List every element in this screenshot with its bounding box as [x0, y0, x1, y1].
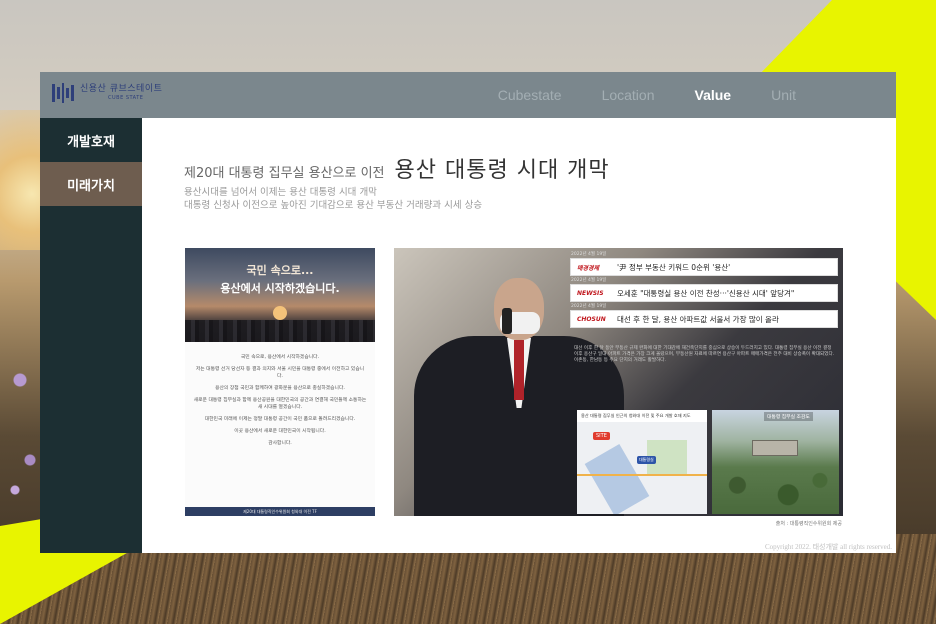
news-source: CHOSUN [577, 315, 606, 323]
letter-photo: 국민 속으로... 용산에서 시작하겠습니다. [185, 248, 375, 342]
news-text: 대선 후 한 달, 용산 아파트값 서울서 가장 많이 올라 [617, 314, 779, 324]
map-river [584, 444, 650, 514]
park-trees [712, 466, 839, 514]
letter-footer: 제20대 대통령직인수위원회 청와대 이전 TF [185, 507, 375, 516]
page-title-main: 용산 대통령 시대 개막 [394, 158, 610, 183]
subtitle-line-1: 용산시대를 넘어서 이제는 용산 대통령 시대 개막 [184, 187, 377, 198]
map-road [577, 474, 707, 476]
letter-paragraph: 용산의 장점 국민과 함께하여 광화문을 용산으로 충실하겠습니다. [215, 386, 345, 391]
map-caption: 용산 대통령 집무실 인근의 청와대 이전 및 주요 개발 호재 지도 [577, 410, 707, 422]
top-navigation-bar: 신용산 큐브스테이트 CUBE STATE Cubestate Location… [40, 72, 896, 118]
sun-icon [273, 306, 287, 320]
app-window: 신용산 큐브스테이트 CUBE STATE Cubestate Location… [40, 72, 896, 553]
city-skyline [185, 320, 375, 342]
copyright: Copyright 2022. 태성개발 all rights reserved… [764, 543, 892, 551]
brand-subtitle: CUBE STATE [108, 95, 144, 101]
nav-unit[interactable]: Unit [751, 87, 816, 103]
logo-icon [52, 82, 74, 104]
address-letter: 국민 속으로... 용산에서 시작하겠습니다. 국민 속으로, 용산에서 시작하… [185, 248, 375, 516]
news-date: 2022년 4월 19일 [571, 304, 607, 309]
letter-paragraph: 새로운 대통령 집무실과 함께 용산공원을 대한민국의 공간과 연결해 국민들께… [193, 398, 367, 410]
brand-name: 신용산 큐브스테이트 [80, 84, 163, 94]
site-marker-icon: SITE [593, 432, 610, 440]
main-content: 제20대 대통령 집무실 용산으로 이전 용산 대통령 시대 개막 용산시대를 … [142, 118, 896, 553]
aerial-caption: 대통령 집무실 조감도 [764, 412, 813, 421]
source-note: 출처 : 대통령직인수위원회 제공 [775, 521, 842, 527]
letter-paragraph: 대한민국 미래에 이제는 정말 대통령 공간이 국민 품으로 돌려드리겠습니다. [204, 417, 356, 422]
brand-logo[interactable]: 신용산 큐브스테이트 CUBE STATE [52, 82, 162, 104]
page-title-prefix: 제20대 대통령 집무실 용산으로 이전 [184, 166, 385, 181]
news-headline: 2022년 4월 19일 NEWSIS 오세훈 "대통령실 용산 이전 찬성··… [570, 278, 838, 302]
letter-body: 국민 속으로, 용산에서 시작하겠습니다. 저는 대통령 선거 당선자 등 결과… [193, 354, 367, 452]
nav-value[interactable]: Value [675, 87, 752, 103]
news-collage: 2022년 4월 19일 매경경제 '尹 정부 부동산 키워드 0순위 '용산'… [394, 248, 843, 516]
news-source: NEWSIS [577, 289, 604, 297]
news-date: 2022년 4월 19일 [571, 278, 607, 283]
nav-cubestate[interactable]: Cubestate [478, 87, 582, 103]
letter-paragraph: 이곳 용산에서 새로운 대한민국이 시작됩니다. [234, 429, 326, 434]
news-headline: 2022년 4월 19일 매경경제 '尹 정부 부동산 키워드 0순위 '용산' [570, 252, 838, 276]
letter-title-2: 용산에서 시작하겠습니다. [220, 282, 340, 295]
speaker-tie [514, 340, 524, 400]
subtitle-line-2: 대통령 신청사 이전으로 높아진 기대감으로 용산 부동산 거래량과 시세 상승 [184, 200, 483, 211]
letter-paragraph: 감사합니다. [268, 441, 292, 446]
microphone-icon [502, 308, 512, 334]
page-title: 제20대 대통령 집무실 용산으로 이전 용산 대통령 시대 개막 [184, 152, 610, 184]
news-source: 매경경제 [577, 264, 600, 272]
location-map: 용산 대통령 집무실 인근의 청와대 이전 및 주요 개발 호재 지도 SITE… [577, 410, 707, 514]
news-date: 2022년 4월 19일 [571, 252, 607, 257]
news-text: 오세훈 "대통령실 용산 이전 찬성···'신용산 시대' 앞당겨" [617, 288, 795, 298]
news-paragraph: 대선 이후 한 달 동안 부동산 규제 완화에 대한 기대감에 재건축단지를 중… [574, 346, 835, 364]
news-headline: 2022년 4월 19일 CHOSUN 대선 후 한 달, 용산 아파트값 서울… [570, 304, 838, 328]
nav-location[interactable]: Location [582, 87, 675, 103]
letter-paragraph: 저는 대통령 선거 당선자 등 결과 의지와 서울 시민을 대통령 중에서 이전… [195, 367, 365, 379]
letter-footer-text: 제20대 대통령직인수위원회 청와대 이전 TF [243, 509, 317, 514]
aerial-rendering: 대통령 집무실 조감도 [712, 410, 839, 514]
news-text: '尹 정부 부동산 키워드 0순위 '용산' [617, 262, 731, 272]
letter-paragraph: 국민 속으로, 용산에서 시작하겠습니다. [240, 355, 320, 360]
main-nav: Cubestate Location Value Unit [478, 72, 816, 118]
sidebar-item-future-value[interactable]: 미래가치 [40, 162, 142, 206]
letter-title-1: 국민 속으로... [246, 264, 314, 277]
sidebar-item-development[interactable]: 개발호재 [40, 118, 142, 162]
office-marker-icon: 대통령실 [637, 456, 656, 464]
office-building [752, 440, 798, 456]
sidebar: 개발호재 미래가치 [40, 118, 142, 553]
